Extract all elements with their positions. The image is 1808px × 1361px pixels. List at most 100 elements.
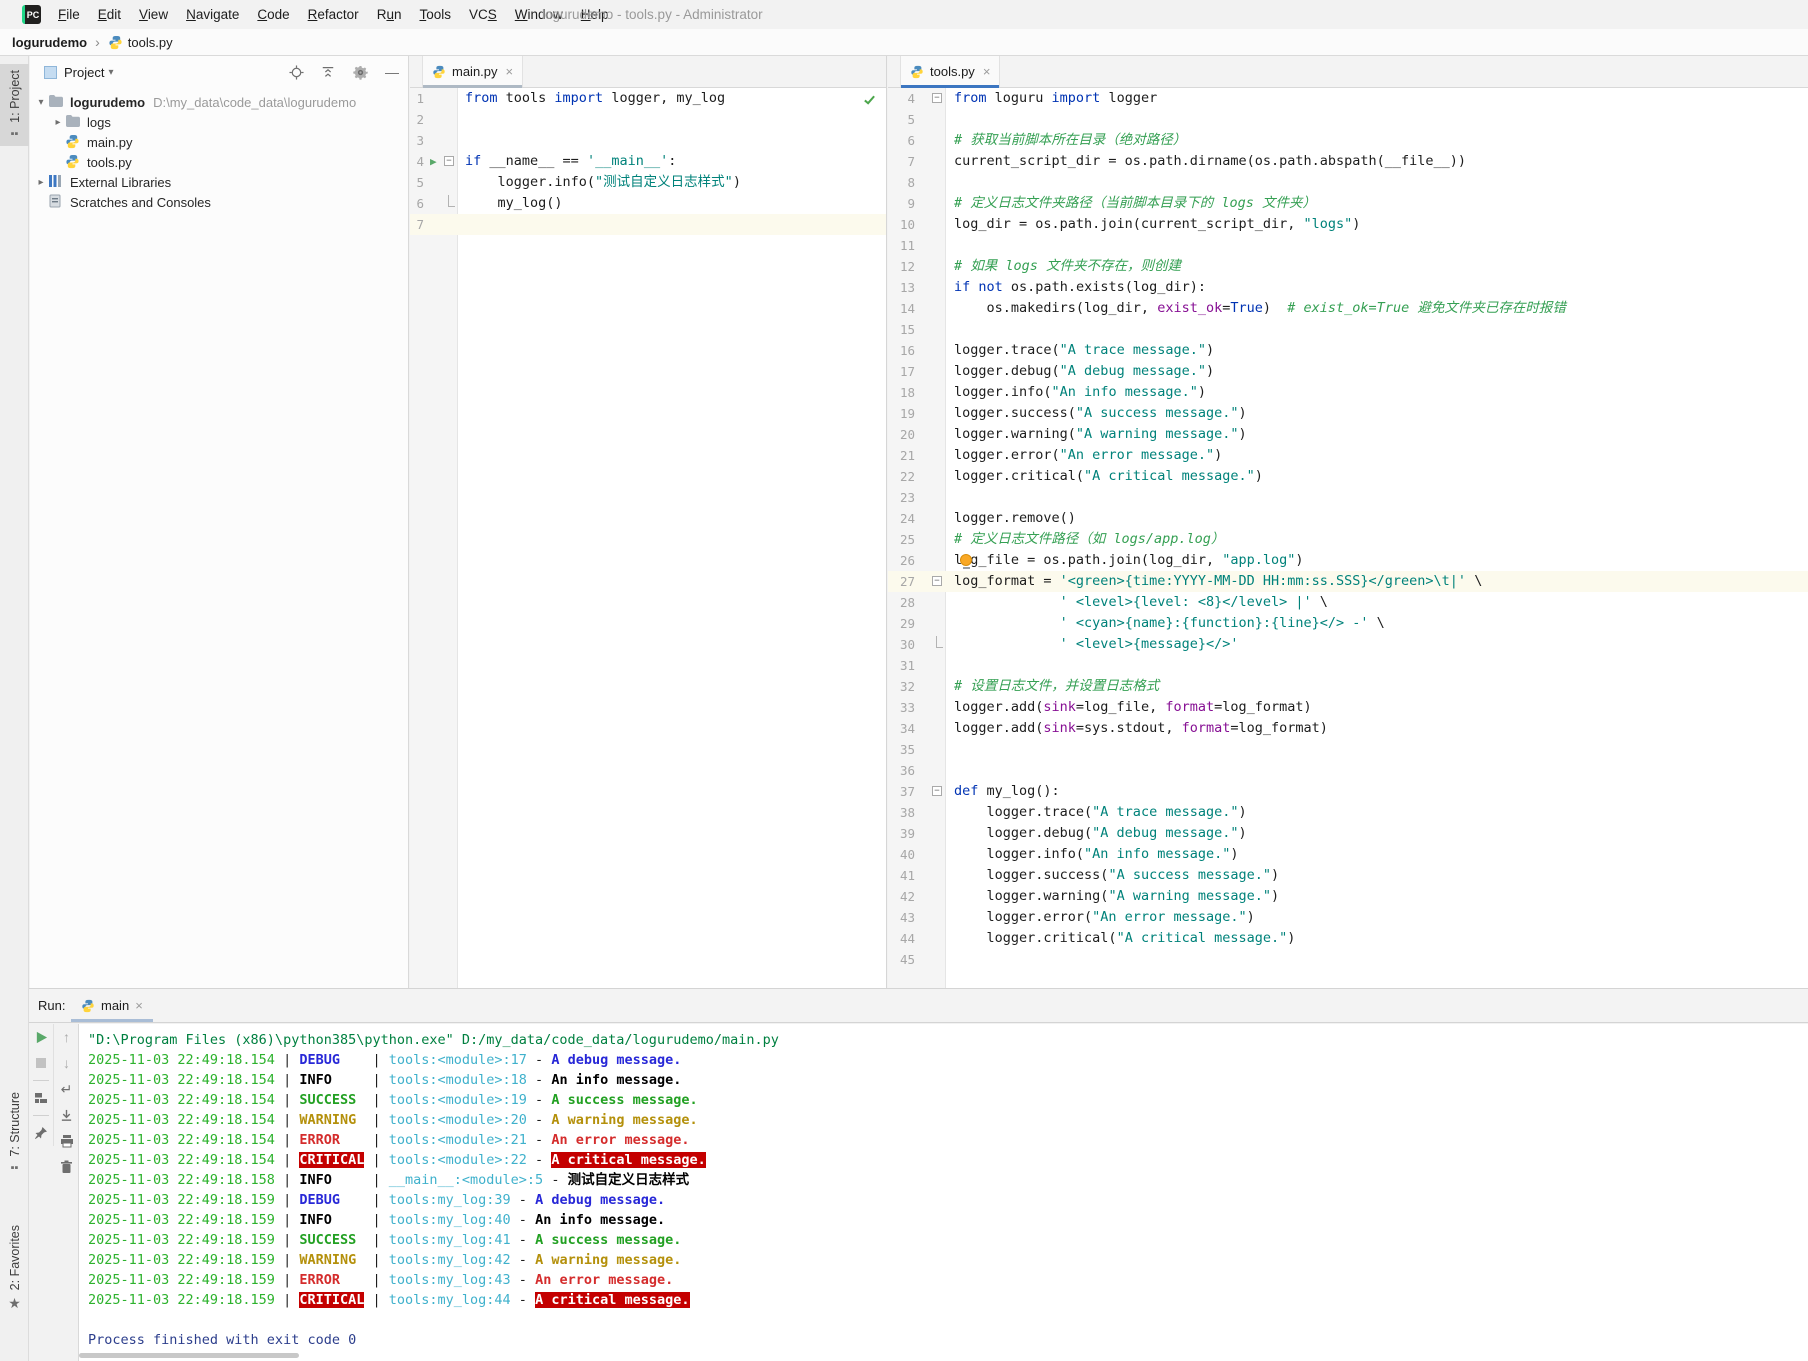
code-line-4[interactable]: 4−from loguru import logger	[888, 88, 1808, 109]
code-line-19[interactable]: 19logger.success("A success message.")	[888, 403, 1808, 424]
code-line-17[interactable]: 17logger.debug("A debug message.")	[888, 361, 1808, 382]
clear-console-button[interactable]	[56, 1154, 78, 1180]
code-line-8[interactable]: 8	[888, 172, 1808, 193]
menu-item-vcs[interactable]: VCS	[460, 7, 506, 22]
code-line-7[interactable]: 7	[410, 214, 886, 235]
chevron-down-icon[interactable]: ▾	[108, 67, 113, 78]
code-line-40[interactable]: 40 logger.info("An info message.")	[888, 844, 1808, 865]
code-line-13[interactable]: 13if not os.path.exists(log_dir):	[888, 277, 1808, 298]
code-line-12[interactable]: 12# 如果 logs 文件夹不存在，则创建	[888, 256, 1808, 277]
code-line-32[interactable]: 32# 设置日志文件，并设置日志格式	[888, 676, 1808, 697]
run-tab-main[interactable]: main ×	[71, 989, 153, 1022]
code-line-24[interactable]: 24logger.remove()	[888, 508, 1808, 529]
fold-marker-icon[interactable]: −	[932, 576, 942, 586]
pin-button[interactable]	[30, 1120, 52, 1146]
menu-item-view[interactable]: View	[130, 7, 177, 22]
code-line-35[interactable]: 35	[888, 739, 1808, 760]
close-tab-icon[interactable]: ×	[135, 998, 143, 1013]
tree-item-external-libraries[interactable]: ▸External Libraries	[30, 172, 408, 192]
hide-panel-icon[interactable]: —	[384, 64, 400, 80]
menu-item-run[interactable]: Run	[368, 7, 411, 22]
code-line-20[interactable]: 20logger.warning("A warning message.")	[888, 424, 1808, 445]
code-line-37[interactable]: 37−def my_log():	[888, 781, 1808, 802]
menu-item-edit[interactable]: Edit	[89, 7, 130, 22]
intention-bulb-icon[interactable]	[960, 554, 972, 566]
code-line-36[interactable]: 36	[888, 760, 1808, 781]
code-line-44[interactable]: 44 logger.critical("A critical message."…	[888, 928, 1808, 949]
menu-item-code[interactable]: Code	[248, 7, 298, 22]
code-line-39[interactable]: 39 logger.debug("A debug message.")	[888, 823, 1808, 844]
breadcrumb-file[interactable]: tools.py	[128, 35, 173, 50]
code-line-30[interactable]: 30 ' <level>{message}</>'	[888, 634, 1808, 655]
code-line-15[interactable]: 15	[888, 319, 1808, 340]
tool-button-project[interactable]: 1: Project ▪▪	[0, 64, 29, 146]
code-line-14[interactable]: 14 os.makedirs(log_dir, exist_ok=True) #…	[888, 298, 1808, 319]
tab-main-py[interactable]: main.py ×	[422, 56, 523, 87]
code-line-45[interactable]: 45	[888, 949, 1808, 970]
code-line-25[interactable]: 25# 定义日志文件路径（如 logs/app.log）	[888, 529, 1808, 550]
code-line-23[interactable]: 23	[888, 487, 1808, 508]
collapse-all-icon[interactable]	[320, 64, 336, 80]
soft-wrap-button[interactable]: ↵	[56, 1076, 78, 1102]
code-line-1[interactable]: 1from tools import logger, my_log	[410, 88, 886, 109]
horizontal-scrollbar[interactable]	[79, 1353, 299, 1358]
menu-item-refactor[interactable]: Refactor	[299, 7, 368, 22]
close-tab-icon[interactable]: ×	[983, 64, 991, 79]
locate-file-icon[interactable]	[288, 64, 304, 80]
code-line-22[interactable]: 22logger.critical("A critical message.")	[888, 466, 1808, 487]
code-line-43[interactable]: 43 logger.error("An error message.")	[888, 907, 1808, 928]
tab-tools-py[interactable]: tools.py ×	[900, 56, 1000, 87]
fold-marker-icon[interactable]: −	[932, 93, 942, 103]
code-line-9[interactable]: 9# 定义日志文件夹路径（当前脚本目录下的 logs 文件夹）	[888, 193, 1808, 214]
close-tab-icon[interactable]: ×	[506, 64, 514, 79]
stop-button[interactable]	[30, 1050, 52, 1076]
code-line-4[interactable]: 4▶−if __name__ == '__main__':	[410, 151, 886, 172]
code-line-27[interactable]: 27−log_format = '<green>{time:YYYY-MM-DD…	[888, 571, 1808, 592]
chevron-right-icon[interactable]: ▸	[51, 117, 65, 128]
code-line-26[interactable]: 26log_file = os.path.join(log_dir, "app.…	[888, 550, 1808, 571]
tree-item-logurudemo[interactable]: ▾logurudemoD:\my_data\code_data\logurude…	[30, 92, 408, 112]
prev-occurrence-button[interactable]: ↑	[56, 1024, 78, 1050]
code-line-21[interactable]: 21logger.error("An error message.")	[888, 445, 1808, 466]
code-line-10[interactable]: 10log_dir = os.path.join(current_script_…	[888, 214, 1808, 235]
code-line-31[interactable]: 31	[888, 655, 1808, 676]
print-button[interactable]	[56, 1128, 78, 1154]
code-line-41[interactable]: 41 logger.success("A success message.")	[888, 865, 1808, 886]
code-line-18[interactable]: 18logger.info("An info message.")	[888, 382, 1808, 403]
fold-marker-icon[interactable]: −	[444, 156, 454, 166]
gear-icon[interactable]	[352, 64, 368, 80]
code-editor-main[interactable]: 1from tools import logger, my_log234▶−if…	[410, 88, 886, 988]
tree-item-main-py[interactable]: main.py	[30, 132, 408, 152]
restore-layout-button[interactable]	[30, 1085, 52, 1111]
code-line-2[interactable]: 2	[410, 109, 886, 130]
next-occurrence-button[interactable]: ↓	[56, 1050, 78, 1076]
code-line-3[interactable]: 3	[410, 130, 886, 151]
code-line-38[interactable]: 38 logger.trace("A trace message.")	[888, 802, 1808, 823]
rerun-button[interactable]	[30, 1024, 52, 1050]
tool-button-structure[interactable]: 7: Structure ▪▪	[0, 1086, 29, 1180]
menu-item-navigate[interactable]: Navigate	[177, 7, 248, 22]
tree-item-tools-py[interactable]: tools.py	[30, 152, 408, 172]
code-line-16[interactable]: 16logger.trace("A trace message.")	[888, 340, 1808, 361]
chevron-down-icon[interactable]: ▾	[34, 97, 48, 108]
code-line-7[interactable]: 7current_script_dir = os.path.dirname(os…	[888, 151, 1808, 172]
inspections-ok-icon[interactable]	[863, 93, 876, 106]
run-console-output[interactable]: "D:\Program Files (x86)\python385\python…	[79, 1024, 1808, 1361]
code-line-6[interactable]: 6 my_log()	[410, 193, 886, 214]
code-line-5[interactable]: 5 logger.info("测试自定义日志样式")	[410, 172, 886, 193]
project-panel-title[interactable]: Project	[64, 65, 104, 80]
chevron-right-icon[interactable]: ▸	[34, 177, 48, 188]
code-line-6[interactable]: 6# 获取当前脚本所在目录（绝对路径）	[888, 130, 1808, 151]
code-line-28[interactable]: 28 ' <level>{level: <8}</level> |' \	[888, 592, 1808, 613]
code-line-42[interactable]: 42 logger.warning("A warning message.")	[888, 886, 1808, 907]
run-line-icon[interactable]: ▶	[430, 151, 437, 172]
code-line-33[interactable]: 33logger.add(sink=log_file, format=log_f…	[888, 697, 1808, 718]
tree-item-logs[interactable]: ▸logs	[30, 112, 408, 132]
tree-item-scratches-and-consoles[interactable]: Scratches and Consoles	[30, 192, 408, 212]
scroll-to-end-button[interactable]	[56, 1102, 78, 1128]
menu-item-file[interactable]: File	[49, 7, 89, 22]
code-line-29[interactable]: 29 ' <cyan>{name}:{function}:{line}</> -…	[888, 613, 1808, 634]
menu-item-tools[interactable]: Tools	[410, 7, 460, 22]
code-line-34[interactable]: 34logger.add(sink=sys.stdout, format=log…	[888, 718, 1808, 739]
breadcrumb-project[interactable]: logurudemo	[12, 35, 87, 50]
